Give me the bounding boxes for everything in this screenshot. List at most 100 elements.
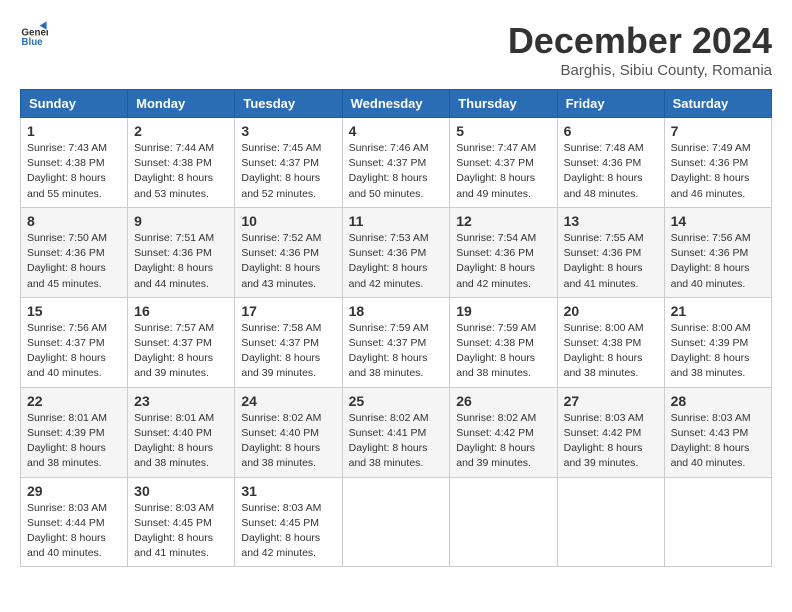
- calendar-day-cell: 13 Sunrise: 7:55 AMSunset: 4:36 PMDaylig…: [557, 207, 664, 297]
- calendar-day-cell: 31 Sunrise: 8:03 AMSunset: 4:45 PMDaylig…: [235, 477, 342, 567]
- day-number: 26: [456, 393, 550, 409]
- calendar-day-header: Saturday: [664, 90, 771, 118]
- day-info: Sunrise: 8:02 AMSunset: 4:42 PMDaylight:…: [456, 411, 550, 472]
- day-number: 23: [134, 393, 228, 409]
- day-number: 31: [241, 483, 335, 499]
- day-number: 21: [671, 303, 765, 319]
- day-info: Sunrise: 7:59 AMSunset: 4:37 PMDaylight:…: [349, 321, 444, 382]
- day-number: 12: [456, 213, 550, 229]
- day-number: 11: [349, 213, 444, 229]
- calendar-week-row: 15 Sunrise: 7:56 AMSunset: 4:37 PMDaylig…: [21, 297, 772, 387]
- day-info: Sunrise: 7:45 AMSunset: 4:37 PMDaylight:…: [241, 141, 335, 202]
- calendar-day-cell: 28 Sunrise: 8:03 AMSunset: 4:43 PMDaylig…: [664, 387, 771, 477]
- logo: General Blue: [20, 20, 48, 48]
- day-info: Sunrise: 8:03 AMSunset: 4:44 PMDaylight:…: [27, 501, 121, 562]
- calendar-day-header: Friday: [557, 90, 664, 118]
- calendar-day-cell: 9 Sunrise: 7:51 AMSunset: 4:36 PMDayligh…: [128, 207, 235, 297]
- calendar-day-header: Sunday: [21, 90, 128, 118]
- day-number: 19: [456, 303, 550, 319]
- day-info: Sunrise: 7:44 AMSunset: 4:38 PMDaylight:…: [134, 141, 228, 202]
- day-info: Sunrise: 7:55 AMSunset: 4:36 PMDaylight:…: [564, 231, 658, 292]
- calendar-day-header: Thursday: [450, 90, 557, 118]
- day-info: Sunrise: 7:43 AMSunset: 4:38 PMDaylight:…: [27, 141, 121, 202]
- calendar-day-cell: 6 Sunrise: 7:48 AMSunset: 4:36 PMDayligh…: [557, 118, 664, 208]
- calendar-day-cell: [557, 477, 664, 567]
- day-info: Sunrise: 7:50 AMSunset: 4:36 PMDaylight:…: [27, 231, 121, 292]
- day-number: 15: [27, 303, 121, 319]
- day-info: Sunrise: 8:03 AMSunset: 4:45 PMDaylight:…: [134, 501, 228, 562]
- day-number: 1: [27, 123, 121, 139]
- day-info: Sunrise: 7:46 AMSunset: 4:37 PMDaylight:…: [349, 141, 444, 202]
- calendar-day-cell: 14 Sunrise: 7:56 AMSunset: 4:36 PMDaylig…: [664, 207, 771, 297]
- day-info: Sunrise: 7:57 AMSunset: 4:37 PMDaylight:…: [134, 321, 228, 382]
- calendar-day-cell: [342, 477, 450, 567]
- day-number: 29: [27, 483, 121, 499]
- calendar-day-cell: 24 Sunrise: 8:02 AMSunset: 4:40 PMDaylig…: [235, 387, 342, 477]
- calendar-header-row: SundayMondayTuesdayWednesdayThursdayFrid…: [21, 90, 772, 118]
- day-info: Sunrise: 8:00 AMSunset: 4:38 PMDaylight:…: [564, 321, 658, 382]
- day-number: 5: [456, 123, 550, 139]
- calendar-day-cell: 20 Sunrise: 8:00 AMSunset: 4:38 PMDaylig…: [557, 297, 664, 387]
- title-area: December 2024 Barghis, Sibiu County, Rom…: [508, 20, 772, 79]
- calendar-day-cell: 29 Sunrise: 8:03 AMSunset: 4:44 PMDaylig…: [21, 477, 128, 567]
- day-info: Sunrise: 8:03 AMSunset: 4:43 PMDaylight:…: [671, 411, 765, 472]
- calendar-day-cell: 5 Sunrise: 7:47 AMSunset: 4:37 PMDayligh…: [450, 118, 557, 208]
- logo-icon: General Blue: [20, 20, 48, 48]
- calendar-day-cell: 17 Sunrise: 7:58 AMSunset: 4:37 PMDaylig…: [235, 297, 342, 387]
- day-info: Sunrise: 7:53 AMSunset: 4:36 PMDaylight:…: [349, 231, 444, 292]
- day-info: Sunrise: 8:02 AMSunset: 4:41 PMDaylight:…: [349, 411, 444, 472]
- day-number: 13: [564, 213, 658, 229]
- day-number: 9: [134, 213, 228, 229]
- day-number: 22: [27, 393, 121, 409]
- day-info: Sunrise: 8:02 AMSunset: 4:40 PMDaylight:…: [241, 411, 335, 472]
- day-info: Sunrise: 8:01 AMSunset: 4:39 PMDaylight:…: [27, 411, 121, 472]
- day-number: 14: [671, 213, 765, 229]
- day-number: 25: [349, 393, 444, 409]
- calendar-day-cell: 2 Sunrise: 7:44 AMSunset: 4:38 PMDayligh…: [128, 118, 235, 208]
- day-info: Sunrise: 8:00 AMSunset: 4:39 PMDaylight:…: [671, 321, 765, 382]
- calendar-day-cell: [664, 477, 771, 567]
- day-info: Sunrise: 7:56 AMSunset: 4:36 PMDaylight:…: [671, 231, 765, 292]
- calendar-table: SundayMondayTuesdayWednesdayThursdayFrid…: [20, 89, 772, 567]
- calendar-day-cell: 4 Sunrise: 7:46 AMSunset: 4:37 PMDayligh…: [342, 118, 450, 208]
- day-number: 16: [134, 303, 228, 319]
- month-title: December 2024: [508, 20, 772, 62]
- calendar-day-cell: 15 Sunrise: 7:56 AMSunset: 4:37 PMDaylig…: [21, 297, 128, 387]
- calendar-day-cell: 11 Sunrise: 7:53 AMSunset: 4:36 PMDaylig…: [342, 207, 450, 297]
- day-number: 2: [134, 123, 228, 139]
- day-number: 24: [241, 393, 335, 409]
- calendar-day-cell: 30 Sunrise: 8:03 AMSunset: 4:45 PMDaylig…: [128, 477, 235, 567]
- day-number: 30: [134, 483, 228, 499]
- calendar-day-cell: 26 Sunrise: 8:02 AMSunset: 4:42 PMDaylig…: [450, 387, 557, 477]
- day-number: 27: [564, 393, 658, 409]
- day-info: Sunrise: 8:03 AMSunset: 4:45 PMDaylight:…: [241, 501, 335, 562]
- day-number: 7: [671, 123, 765, 139]
- day-info: Sunrise: 8:03 AMSunset: 4:42 PMDaylight:…: [564, 411, 658, 472]
- day-info: Sunrise: 7:48 AMSunset: 4:36 PMDaylight:…: [564, 141, 658, 202]
- calendar-day-cell: 7 Sunrise: 7:49 AMSunset: 4:36 PMDayligh…: [664, 118, 771, 208]
- day-info: Sunrise: 8:01 AMSunset: 4:40 PMDaylight:…: [134, 411, 228, 472]
- day-info: Sunrise: 7:49 AMSunset: 4:36 PMDaylight:…: [671, 141, 765, 202]
- day-number: 8: [27, 213, 121, 229]
- calendar-day-cell: 19 Sunrise: 7:59 AMSunset: 4:38 PMDaylig…: [450, 297, 557, 387]
- day-info: Sunrise: 7:58 AMSunset: 4:37 PMDaylight:…: [241, 321, 335, 382]
- calendar-week-row: 22 Sunrise: 8:01 AMSunset: 4:39 PMDaylig…: [21, 387, 772, 477]
- calendar-day-cell: 3 Sunrise: 7:45 AMSunset: 4:37 PMDayligh…: [235, 118, 342, 208]
- day-number: 17: [241, 303, 335, 319]
- calendar-week-row: 1 Sunrise: 7:43 AMSunset: 4:38 PMDayligh…: [21, 118, 772, 208]
- calendar-day-cell: 23 Sunrise: 8:01 AMSunset: 4:40 PMDaylig…: [128, 387, 235, 477]
- calendar-day-cell: 27 Sunrise: 8:03 AMSunset: 4:42 PMDaylig…: [557, 387, 664, 477]
- day-info: Sunrise: 7:51 AMSunset: 4:36 PMDaylight:…: [134, 231, 228, 292]
- calendar-day-cell: [450, 477, 557, 567]
- calendar-day-header: Monday: [128, 90, 235, 118]
- page-header: General Blue December 2024 Barghis, Sibi…: [20, 20, 772, 79]
- calendar-day-cell: 25 Sunrise: 8:02 AMSunset: 4:41 PMDaylig…: [342, 387, 450, 477]
- day-number: 10: [241, 213, 335, 229]
- calendar-week-row: 29 Sunrise: 8:03 AMSunset: 4:44 PMDaylig…: [21, 477, 772, 567]
- calendar-day-cell: 18 Sunrise: 7:59 AMSunset: 4:37 PMDaylig…: [342, 297, 450, 387]
- day-number: 18: [349, 303, 444, 319]
- day-number: 28: [671, 393, 765, 409]
- calendar-day-cell: 12 Sunrise: 7:54 AMSunset: 4:36 PMDaylig…: [450, 207, 557, 297]
- day-number: 20: [564, 303, 658, 319]
- day-number: 3: [241, 123, 335, 139]
